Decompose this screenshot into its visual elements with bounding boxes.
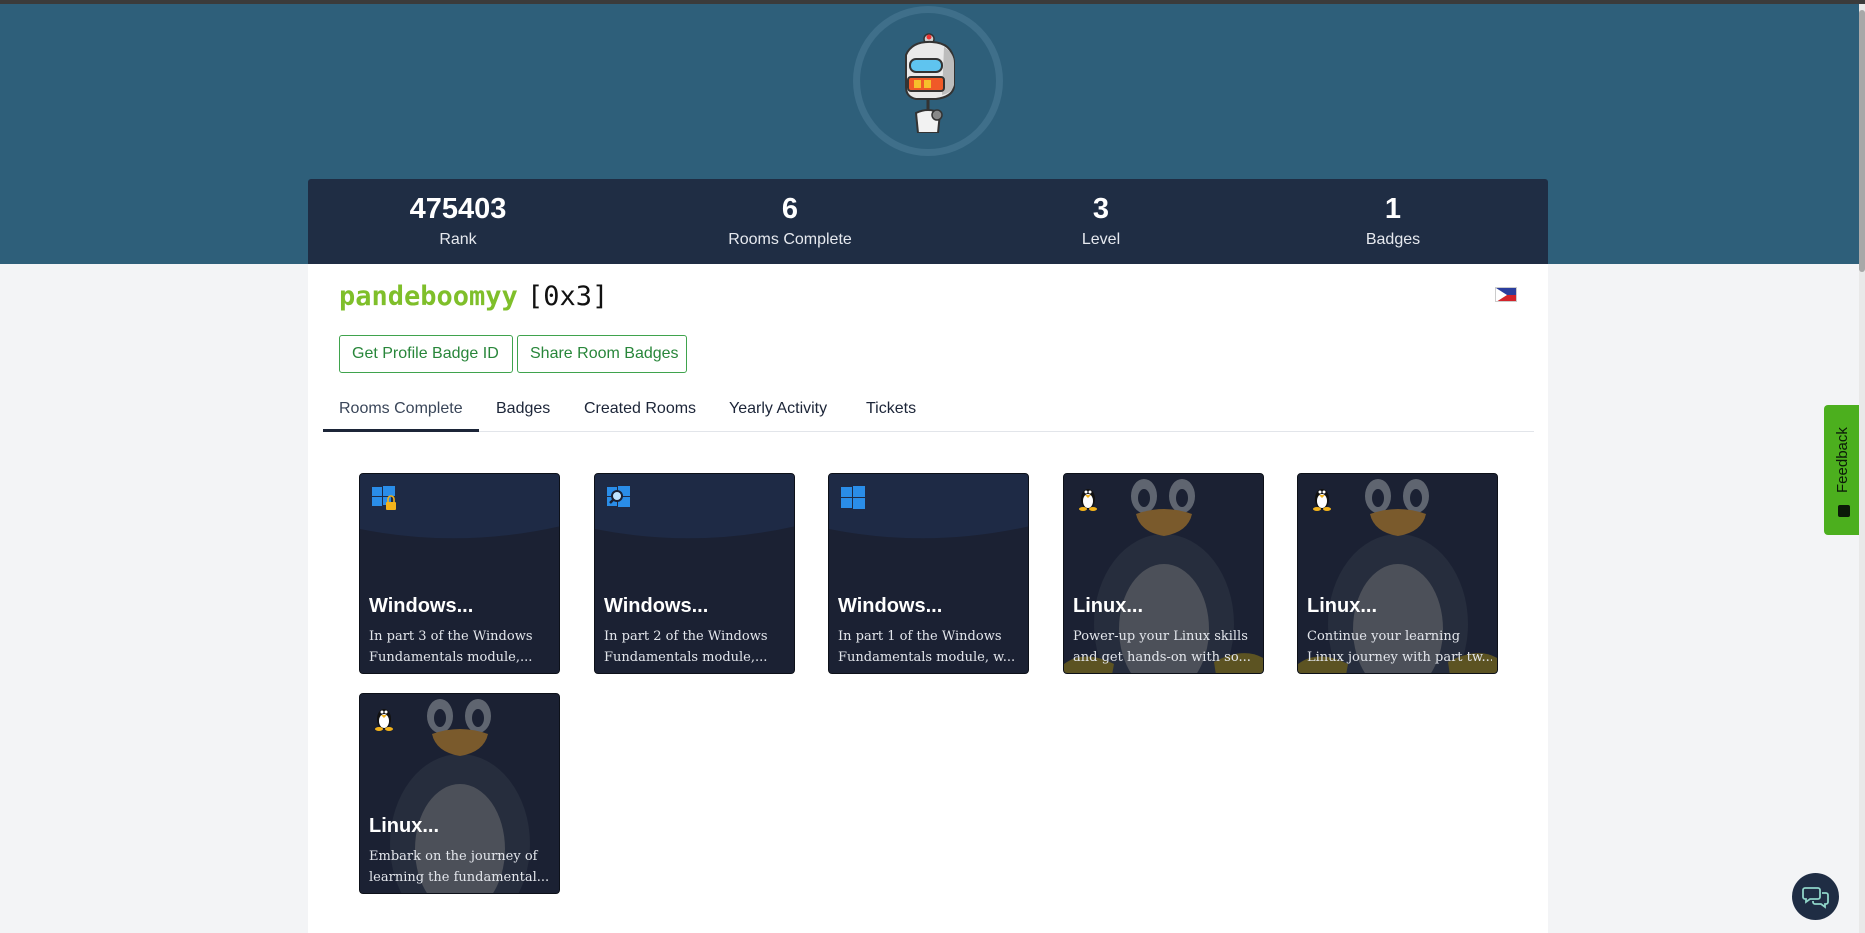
linux-penguin-icon [375, 709, 393, 731]
feedback-label: Feedback [1834, 427, 1851, 493]
room-card[interactable]: Linux... Power-up your Linux skills and g… [1063, 473, 1264, 674]
tab-tickets[interactable]: Tickets [866, 398, 916, 432]
stat-label: Rank [439, 231, 477, 248]
room-description: Embark on the journey of learning the fun… [369, 849, 550, 885]
room-description: Continue your learning Linux journey with… [1307, 629, 1492, 665]
room-description: In part 2 of the Windows Fundamentals mod… [604, 629, 768, 665]
room-title: Linux... [1073, 595, 1143, 617]
stat-label: Rooms Complete [728, 231, 852, 248]
tab-created-rooms[interactable]: Created Rooms [584, 398, 696, 432]
windows-icon [841, 486, 865, 509]
windows-lock-icon [372, 486, 396, 510]
stat-value: 3 [1092, 193, 1110, 225]
stat-rooms-complete: 6 Rooms Complete [640, 191, 940, 249]
room-title: Windows... [604, 595, 709, 617]
room-card[interactable]: Windows... In part 1 of the Windows Funda… [828, 473, 1029, 674]
room-card[interactable]: Linux... Embark on the journey of learnin… [359, 693, 560, 894]
room-description: In part 3 of the Windows Fundamentals mod… [369, 629, 533, 665]
stat-label: Badges [1365, 231, 1421, 248]
stat-badges: 1 Badges [1243, 191, 1543, 249]
user-rank-tag: [0x3] [527, 281, 609, 312]
scrollbar-thumb[interactable] [1859, 10, 1865, 272]
stat-value: 6 [781, 193, 799, 225]
linux-penguin-icon [1079, 489, 1097, 511]
username: pandeboomyy [339, 281, 518, 312]
tab-yearly-activity[interactable]: Yearly Activity [729, 398, 827, 432]
stat-value: 1 [1384, 193, 1402, 225]
room-title: Windows... [369, 595, 474, 617]
room-card[interactable]: Linux... Continue your learning Linux jou… [1297, 473, 1498, 674]
share-room-badges-button[interactable]: Share Room Badges [517, 335, 687, 373]
stat-level: 3 Level [951, 191, 1251, 249]
room-description: Power-up your Linux skills and get hands-… [1073, 629, 1251, 665]
chat-bubbles-icon [1802, 887, 1829, 909]
room-description: In part 1 of the Windows Fundamentals mod… [838, 629, 1016, 665]
stat-value: 475403 [409, 193, 507, 225]
windows-search-icon [607, 486, 630, 507]
stat-rank: 475403 Rank [308, 191, 608, 249]
room-title: Windows... [838, 595, 943, 617]
room-card[interactable]: Windows... In part 2 of the Windows Funda… [594, 473, 795, 674]
profile-stats-bar: 475403 Rank 6 Rooms Complete 3 Level 1 B… [308, 179, 1548, 264]
room-title: Linux... [369, 815, 439, 837]
linux-penguin-icon [1313, 489, 1331, 511]
profile-tabs: Rooms Complete Badges Created Rooms Year… [323, 398, 1534, 432]
feedback-icon [1838, 505, 1850, 517]
room-title: Linux... [1307, 595, 1377, 617]
robot-avatar-icon [905, 33, 955, 133]
philippines-flag-icon [1495, 287, 1517, 302]
room-card[interactable]: Windows... In part 3 of the Windows Funda… [359, 473, 560, 674]
tab-badges[interactable]: Badges [496, 398, 550, 432]
stat-label: Level [1081, 231, 1121, 248]
get-profile-badge-id-button[interactable]: Get Profile Badge ID [339, 335, 513, 373]
avatar [853, 6, 1003, 156]
chat-button[interactable] [1792, 873, 1839, 920]
tab-rooms-complete[interactable]: Rooms Complete [323, 398, 479, 432]
page-scrollbar[interactable] [1859, 4, 1865, 933]
